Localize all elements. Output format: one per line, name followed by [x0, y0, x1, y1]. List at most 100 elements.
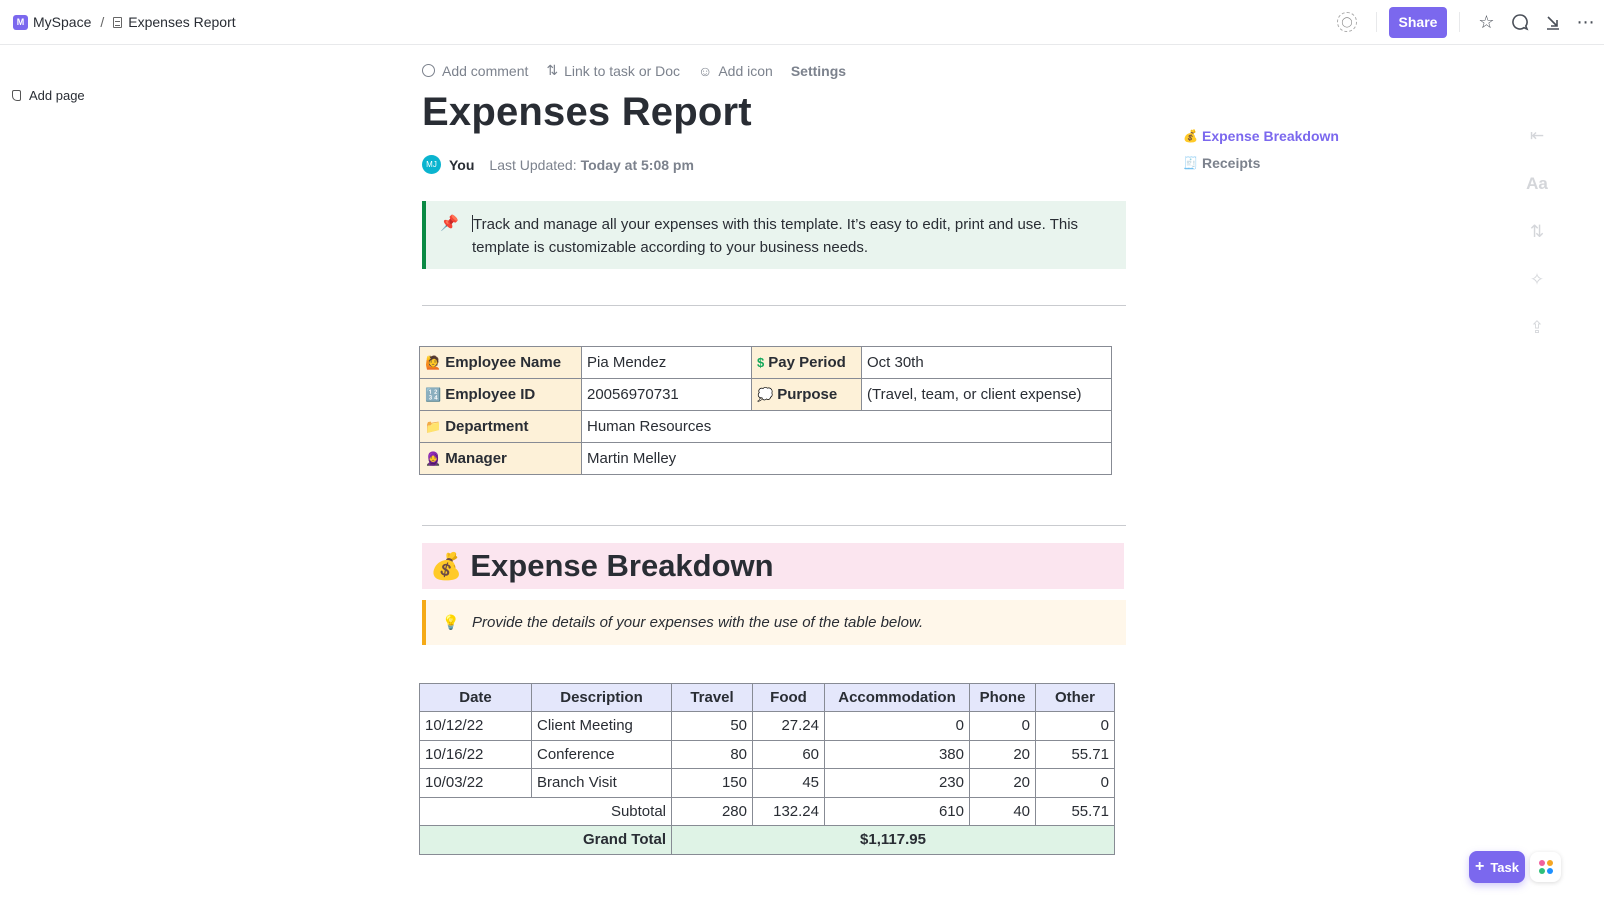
cell-food[interactable]: 60	[752, 739, 825, 769]
instruction-text: Provide the details of your expenses wit…	[472, 614, 924, 631]
cell-travel[interactable]: 80	[671, 739, 753, 769]
share-button[interactable]: Share	[1389, 6, 1447, 38]
space-avatar[interactable]: M	[13, 14, 28, 30]
cell-other[interactable]: 55.71	[1035, 739, 1115, 769]
cell-description[interactable]: Client Meeting	[531, 711, 672, 741]
cell-phone[interactable]: 20	[969, 739, 1036, 769]
expense-breakdown-heading[interactable]: 💰 Expense Breakdown	[422, 543, 1124, 589]
table-header-row: Date Description Travel Food Accommodati…	[419, 683, 1115, 712]
money-bag-icon: 💰	[430, 550, 463, 581]
cell-accommodation[interactable]: 230	[824, 768, 970, 798]
subtotal-row: Subtotal 280 132.24 610 40 55.71	[419, 796, 1115, 826]
settings-button[interactable]: Settings	[791, 63, 846, 79]
tag-icon[interactable]: ◯	[1337, 12, 1357, 32]
download-icon[interactable]	[1536, 7, 1569, 37]
cell-description[interactable]: Branch Visit	[531, 768, 672, 798]
manager-value[interactable]: Martin Melley	[581, 442, 1112, 475]
cell-accommodation[interactable]: 0	[824, 711, 970, 741]
table-row: 10/16/22 Conference 80 60 380 20 55.71	[419, 739, 1115, 769]
cell-date[interactable]: 10/03/22	[419, 768, 532, 798]
cell-description[interactable]: Conference	[531, 739, 672, 769]
subtotal-food[interactable]: 132.24	[752, 796, 825, 826]
intro-callout[interactable]: 📌 Track and manage all your expenses wit…	[422, 201, 1126, 269]
subtotal-phone[interactable]: 40	[969, 796, 1036, 826]
cell-phone[interactable]: 0	[969, 711, 1036, 741]
column-header[interactable]: Accommodation	[824, 683, 970, 712]
purpose-value[interactable]: (Travel, team, or client expense)	[861, 378, 1112, 411]
add-page-button[interactable]: Add page	[12, 88, 85, 103]
outline-item-receipts[interactable]: 🧾 Receipts	[1183, 154, 1339, 172]
apps-button[interactable]	[1530, 852, 1561, 882]
dollar-icon: $	[757, 355, 765, 370]
page-title[interactable]: Expenses Report	[422, 90, 752, 135]
page-outline: 💰 Expense Breakdown 🧾 Receipts	[1183, 127, 1339, 181]
task-label: Task	[1490, 859, 1519, 875]
outline-item-expense-breakdown[interactable]: 💰 Expense Breakdown	[1183, 127, 1339, 145]
add-icon-label: Add icon	[718, 62, 773, 79]
pay-period-value[interactable]: Oct 30th	[861, 346, 1112, 379]
link-task-label: Link to task or Doc	[564, 62, 681, 79]
cell-other[interactable]: 0	[1035, 768, 1115, 798]
cell-food[interactable]: 27.24	[752, 711, 825, 741]
instruction-callout[interactable]: 💡 Provide the details of your expenses w…	[422, 600, 1126, 645]
employee-id-value[interactable]: 20056970731	[581, 378, 752, 411]
link-task-button[interactable]: ⇅ Link to task or Doc	[546, 62, 680, 79]
divider	[1376, 12, 1377, 32]
breadcrumb: M MySpace / Expenses Report	[13, 14, 236, 30]
more-icon[interactable]: ⋯	[1569, 7, 1602, 37]
subtotal-other[interactable]: 55.71	[1035, 796, 1115, 826]
document-icon	[113, 16, 123, 28]
collapse-icon[interactable]: ⇤	[1522, 112, 1552, 160]
cell-accommodation[interactable]: 380	[824, 739, 970, 769]
doc-toolbar: Add comment ⇅ Link to task or Doc ☺ Add …	[422, 62, 864, 79]
grand-total-label[interactable]: Grand Total	[419, 825, 672, 855]
cell-food[interactable]: 45	[752, 768, 825, 798]
employee-name-value[interactable]: Pia Mendez	[581, 346, 752, 379]
cell-phone[interactable]: 20	[969, 768, 1036, 798]
author-name: You	[449, 156, 475, 173]
star-icon[interactable]: ☆	[1470, 7, 1503, 37]
add-icon-button[interactable]: ☺ Add icon	[698, 63, 773, 79]
link-icon[interactable]: ⇅	[1522, 208, 1552, 256]
column-header[interactable]: Travel	[671, 683, 753, 712]
column-header[interactable]: Other	[1035, 683, 1115, 712]
grand-total-value[interactable]: $1,117.95	[671, 825, 1115, 855]
cell-date[interactable]: 10/16/22	[419, 739, 532, 769]
cell-travel[interactable]: 50	[671, 711, 753, 741]
department-value[interactable]: Human Resources	[581, 410, 1112, 443]
thought-bubble-icon: 💭	[757, 387, 774, 402]
doc-meta: MJ You Last Updated: Today at 5:08 pm	[422, 155, 694, 174]
breadcrumb-space[interactable]: MySpace	[33, 14, 91, 30]
comment-icon[interactable]	[1503, 7, 1536, 37]
purpose-label: 💭 Purpose	[751, 378, 862, 411]
subtotal-accommodation[interactable]: 610	[824, 796, 970, 826]
add-comment-label: Add comment	[442, 62, 529, 79]
new-task-button[interactable]: + Task	[1469, 851, 1525, 883]
heading-text: Expense Breakdown	[470, 548, 774, 583]
cell-travel[interactable]: 150	[671, 768, 753, 798]
breadcrumb-doc[interactable]: Expenses Report	[128, 14, 235, 30]
cell-other[interactable]: 0	[1035, 711, 1115, 741]
magic-wand-icon[interactable]: ✧	[1522, 256, 1552, 304]
add-page-label: Add page	[29, 88, 85, 103]
department-label: 📁 Department	[419, 410, 582, 443]
font-icon[interactable]: Aa	[1522, 160, 1552, 208]
link-icon: ⇅	[546, 62, 559, 78]
export-icon[interactable]: ⇪	[1522, 304, 1552, 352]
numbers-icon: 🔢	[425, 387, 442, 402]
divider	[422, 305, 1126, 306]
column-header[interactable]: Phone	[969, 683, 1036, 712]
divider	[1459, 12, 1460, 32]
intro-text: Track and manage all your expenses with …	[472, 216, 1079, 256]
subtotal-label[interactable]: Subtotal	[419, 796, 672, 826]
employee-id-label: 🔢 Employee ID	[419, 378, 582, 411]
add-comment-button[interactable]: Add comment	[422, 63, 528, 79]
pay-period-label: $ Pay Period	[751, 346, 862, 379]
employee-info-table: 🙋 Employee Name Pia Mendez $ Pay Period Oc…	[419, 346, 1112, 475]
cell-date[interactable]: 10/12/22	[419, 711, 532, 741]
subtotal-travel[interactable]: 280	[671, 796, 753, 826]
column-header[interactable]: Food	[752, 683, 825, 712]
column-header[interactable]: Date	[419, 683, 532, 712]
column-header[interactable]: Description	[531, 683, 672, 712]
avatar[interactable]: MJ	[422, 155, 441, 174]
